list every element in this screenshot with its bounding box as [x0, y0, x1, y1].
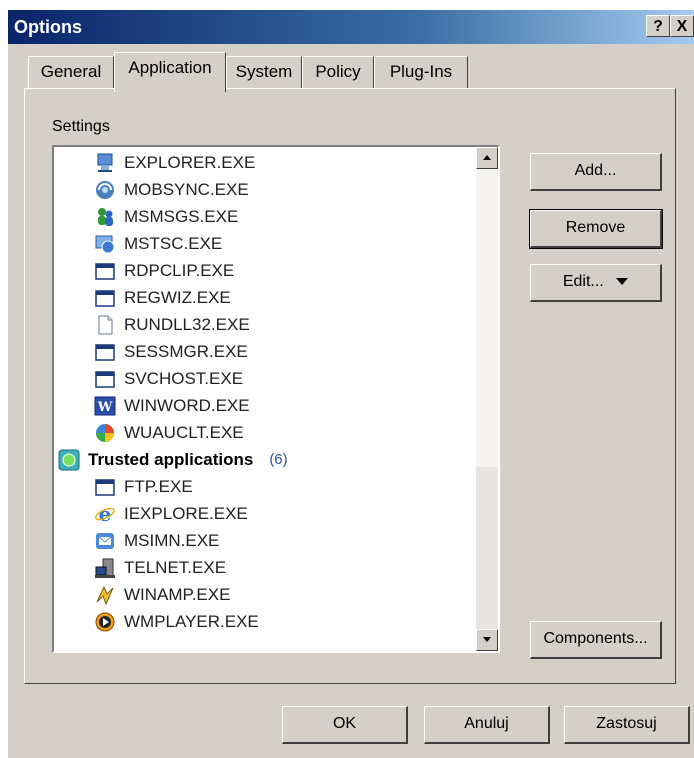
list-item-label: RUNDLL32.EXE — [124, 314, 250, 334]
list-item[interactable]: MOBSYNC.EXE — [94, 176, 249, 203]
arrow-down-icon — [483, 637, 491, 642]
telnet-icon — [94, 557, 116, 579]
list-item-label: WUAUCLT.EXE — [124, 422, 244, 442]
help-button[interactable]: ? — [646, 15, 670, 37]
list-item[interactable]: EXPLORER.EXE — [94, 149, 255, 176]
list-item-label: WINAMP.EXE — [124, 584, 231, 604]
svg-text:W: W — [97, 400, 113, 415]
list-item[interactable]: TELNET.EXE — [94, 554, 226, 581]
list-item-label: SESSMGR.EXE — [124, 341, 248, 361]
remove-button[interactable]: Remove — [529, 209, 663, 249]
list-item-label: MOBSYNC.EXE — [124, 179, 249, 199]
media-player-icon — [94, 611, 116, 633]
tab-application[interactable]: Application — [114, 52, 226, 92]
tab-general[interactable]: General — [28, 56, 114, 88]
scroll-down-button[interactable] — [476, 629, 498, 651]
list-item[interactable]: RDPCLIP.EXE — [94, 257, 234, 284]
close-button[interactable]: X — [670, 15, 694, 37]
explorer-icon — [94, 152, 116, 174]
list-item-label: SVCHOST.EXE — [124, 368, 244, 388]
list-item[interactable]: W WINWORD.EXE — [94, 392, 250, 419]
list-item[interactable]: MSIMN.EXE — [94, 527, 219, 554]
scroll-thumb[interactable] — [476, 169, 498, 467]
list-item-label: MSIMN.EXE — [124, 530, 220, 550]
list-item[interactable]: WMPLAYER.EXE — [94, 608, 259, 635]
list-item-label: IEXPLORE.EXE — [124, 503, 248, 523]
remote-desktop-icon — [94, 233, 116, 255]
tab-policy[interactable]: Policy — [302, 56, 374, 88]
scroll-up-button[interactable] — [476, 147, 498, 169]
list-item-label: MSMSGS.EXE — [124, 206, 239, 226]
msn-messenger-icon — [94, 206, 116, 228]
tab-plug-ins[interactable]: Plug-Ins — [374, 56, 468, 88]
list-item-label: WINWORD.EXE — [124, 395, 250, 415]
ok-button-label: OK — [332, 715, 357, 732]
svg-text:e: e — [99, 503, 112, 525]
window-title: Options — [14, 17, 82, 37]
remove-button-label: Remove — [565, 219, 626, 236]
apply-button-label: Zastosuj — [596, 715, 657, 732]
list-item-label: REGWIZ.EXE — [124, 287, 231, 307]
group-header-trusted-applications[interactable]: Trusted applications (6) — [58, 446, 288, 473]
list-item-label: WMPLAYER.EXE — [124, 611, 259, 631]
mobsync-icon — [94, 179, 116, 201]
list-item-label: RDPCLIP.EXE — [124, 260, 235, 280]
cancel-button-label: Anuluj — [464, 715, 509, 732]
group-label: Trusted applications — [88, 449, 254, 469]
cancel-button[interactable]: Anuluj — [424, 706, 550, 744]
window-icon — [94, 341, 116, 363]
ok-button[interactable]: OK — [282, 706, 408, 744]
word-icon: W — [94, 395, 116, 417]
list-item-label: FTP.EXE — [124, 476, 193, 496]
list-item[interactable]: WUAUCLT.EXE — [94, 419, 244, 446]
winamp-icon — [94, 584, 116, 606]
list-item-label: MSTSC.EXE — [124, 233, 223, 253]
components-button-label: Components... — [543, 630, 648, 647]
applications-list[interactable]: EXPLORER.EXE MOBSYNC.EXE MSMSGS.EXE MSTS… — [52, 145, 500, 653]
list-item[interactable]: e IEXPLORE.EXE — [94, 500, 248, 527]
list-item[interactable]: MSMSGS.EXE — [94, 203, 238, 230]
arrow-up-icon — [483, 155, 491, 160]
internet-explorer-icon: e — [94, 502, 116, 526]
trusted-group-icon — [58, 449, 80, 471]
list-item[interactable]: RUNDLL32.EXE — [94, 311, 250, 338]
edit-button-label: Edit... — [562, 273, 604, 290]
window-icon — [94, 260, 116, 282]
add-button-label: Add... — [574, 162, 617, 179]
list-item[interactable]: MSTSC.EXE — [94, 230, 222, 257]
add-button[interactable]: Add... — [530, 153, 662, 191]
edit-dropdown-button[interactable]: Edit... — [530, 264, 662, 302]
settings-label: Settings — [52, 118, 110, 135]
window-icon — [94, 368, 116, 390]
list-item[interactable]: REGWIZ.EXE — [94, 284, 231, 311]
window-icon — [94, 476, 116, 498]
outlook-express-icon — [94, 530, 116, 552]
triangle-down-icon — [616, 278, 629, 286]
title-bar[interactable]: Options ? X — [8, 10, 694, 44]
list-item[interactable]: WINAMP.EXE — [94, 581, 230, 608]
tab-system[interactable]: System — [226, 56, 302, 88]
window-icon — [94, 287, 116, 309]
apply-button[interactable]: Zastosuj — [564, 706, 690, 744]
document-icon — [94, 314, 116, 336]
list-item[interactable]: SESSMGR.EXE — [94, 338, 248, 365]
list-item[interactable]: FTP.EXE — [94, 473, 193, 500]
list-item-label: TELNET.EXE — [124, 557, 227, 577]
group-count: (6) — [269, 451, 288, 468]
list-scrollbar[interactable] — [476, 147, 498, 651]
list-item-label: EXPLORER.EXE — [124, 152, 256, 172]
list-item[interactable]: SVCHOST.EXE — [94, 365, 243, 392]
components-button[interactable]: Components... — [530, 621, 662, 659]
windows-update-icon — [94, 422, 116, 444]
